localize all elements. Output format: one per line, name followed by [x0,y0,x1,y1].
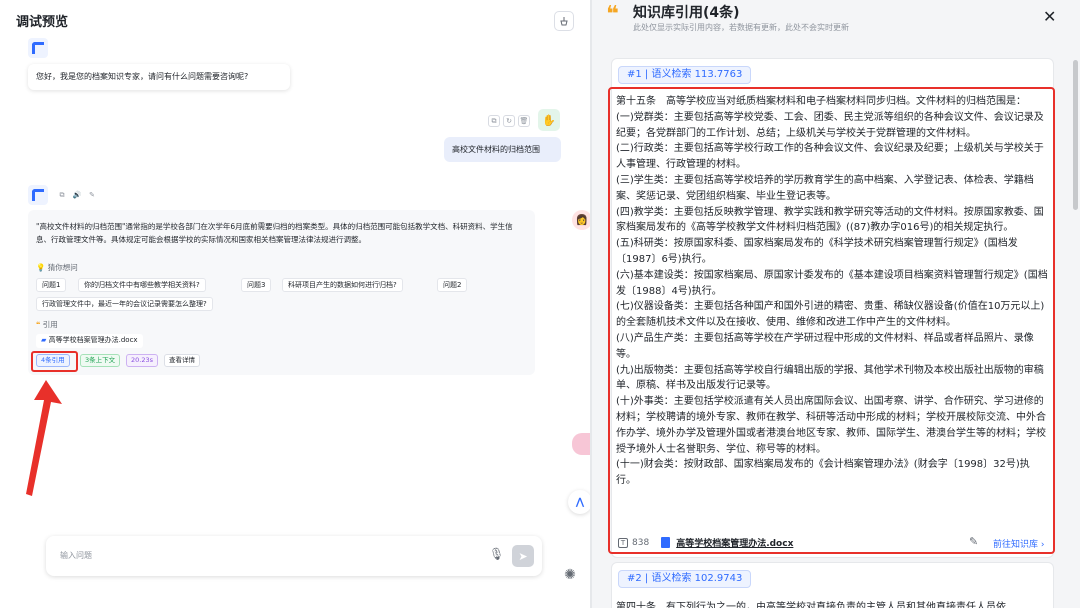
assistant-avatar[interactable]: 👩 [572,210,592,230]
copy-icon[interactable]: ⧉ [56,189,68,201]
clear-button[interactable] [554,11,574,31]
cite-file[interactable]: ▰ 高等学校档案管理办法.docx [36,334,143,348]
content-paragraph: (八)产品生产类：主要包括高等学校在产学研过程中形成的文件材料、样品或者样品照片… [616,332,1034,360]
suggestion-chip[interactable]: 问题2 [437,278,468,292]
delete-icon[interactable]: 🗑 [518,115,530,127]
goto-knowledge-base-link[interactable]: 前往知识库 › [993,537,1044,550]
floating-tab[interactable] [572,433,590,455]
content-paragraph: (七)仪器设备类：主要包括各种国产和国外引进的精密、贵重、稀缺仪器设备(价值在1… [616,301,1045,329]
suggestion-chip[interactable]: 行政管理文件中，最近一年的会议记录需要怎么整理? [36,297,213,311]
bot-avatar [28,38,48,58]
scrollbar[interactable] [1073,60,1078,210]
debug-preview-panel: 调试预览 您好，我是您的档案知识专家，请问有什么问题需要咨询呢? ⧉ ↻ 🗑 ✋… [0,0,592,608]
text-count-icon: T [618,537,628,548]
edit-icon[interactable]: ✎ [86,189,98,201]
input-placeholder: 输入问题 [60,551,92,560]
content-paragraph: 第十五条 高等学校应当对纸质档案材料和电子档案材料同步归档。文件材料的归档范围是… [616,96,1026,107]
quote-icon: ❝ [36,320,41,329]
citation-panel-subtitle: 此处仅显示实际引用内容，若数据有更新，此处不会实时更新 [633,23,849,32]
highlight-box [31,351,78,372]
close-icon[interactable]: ✕ [1043,7,1056,26]
citation-file-link[interactable]: 高等学校档案管理办法.docx [676,536,793,549]
arrow-annotation [26,380,62,496]
edit-icon[interactable]: ✎ [969,535,978,548]
doc-icon: ▰ [41,336,47,344]
char-count: 838 [632,537,650,548]
content-paragraph: (三)学生类：主要包括高等学校培养的学历教育学生的高中档案、入学登记表、体检表、… [616,174,1034,202]
suggestion-chip[interactable]: 问题1 [36,278,67,292]
panel-title: 调试预览 [16,15,69,30]
copy-icon[interactable]: ⧉ [488,115,500,127]
content-paragraph: (二)行政类：主要包括高等学校行政工作的各种会议文件、会议纪录及纪要；上级机关与… [616,143,1044,171]
suggestion-chip[interactable]: 你的归档文件中有哪些教学相关资料? [78,278,206,292]
quote-icon: ❝ [606,2,619,27]
duration-tag: 20.23s [126,354,158,367]
citation-badge: #2 | 语义检索 102.9743 [618,570,752,588]
citation-panel-title: 知识库引用(4条) [633,5,740,21]
content-paragraph: (五)科研类：按原国家科委、国家档案局发布的《科学技术研究档案管理暂行规定》(国… [616,238,1018,265]
bot-avatar [28,185,48,205]
content-paragraph: (一)党群类：主要包括高等学校党委、工会、团委、民主党派等组织的各种会议文件、会… [616,111,1044,139]
doc-icon [661,537,671,548]
ai-float-icon[interactable]: ⋀ [568,490,592,514]
content-paragraph: (十一)财会类：按财政部、国家档案局发布的《会计档案管理办法》(财会字〔1998… [616,459,1030,487]
suggest-title: 💡 猜你想问 [36,263,78,272]
citation-footer: T 838 高等学校档案管理办法.docx [618,536,793,549]
citation-content-preview: 第四十条 有下列行为之一的，由高等学校对直接负责的主管人员和其他直接责任人员依 [616,602,1006,608]
send-button[interactable]: ➤ [512,545,534,567]
chatgpt-icon[interactable]: ✺ [560,565,580,585]
user-message-text: 高校文件材料的归档范围 [452,145,540,154]
answer-card: "高校文件材料的归档范围"通常指的是学校各部门在次学年6月底前需要归档的档案类型… [28,210,535,375]
content-paragraph: (六)基本建设类：按国家档案局、原国家计委发布的《基本建设项目档案资料管理暂行规… [616,269,1048,297]
broom-icon [560,17,568,26]
view-details-button[interactable]: 查看详情 [164,354,200,367]
user-message: 高校文件材料的归档范围 [444,137,561,162]
answer-text: "高校文件材料的归档范围"通常指的是学校各部门在次学年6月底前需要归档的档案类型… [36,222,513,244]
greeting-text: 您好，我是您的档案知识专家，请问有什么问题需要咨询呢? [36,72,249,81]
content-paragraph: (四)教学类：主要包括反映教学管理、教学实践和教学研究等活动的文件材料。按原国家… [616,206,1044,234]
question-input[interactable]: 输入问题 🎙 ➤ [46,536,542,576]
microphone-icon[interactable]: 🎙 [489,547,504,561]
refresh-icon[interactable]: ↻ [503,115,515,127]
content-paragraph: (九)出版物类：主要包括高等学校自行编辑出版的学报、其他学术刊物及本校出版社出版… [616,364,1044,392]
citation-badge: #1 | 语义检索 113.7763 [618,66,752,84]
user-avatar: ✋ [538,109,560,131]
suggestion-chip[interactable]: 问题3 [241,278,272,292]
cite-title: ❝ 引用 [36,320,58,329]
speaker-icon[interactable]: 🔊 [71,189,83,201]
content-paragraph: (十)外事类：主要包括学校派遣有关人员出席国际会议、出国考察、讲学、合作研究、学… [616,396,1046,455]
citation-content: 第十五条 高等学校应当对纸质档案材料和电子档案材料同步归档。文件材料的归档范围是… [616,94,1048,489]
greeting-message: 您好，我是您的档案知识专家，请问有什么问题需要咨询呢? [28,64,290,90]
context-count-tag: 3条上下文 [80,354,121,367]
bulb-icon: 💡 [36,263,46,272]
suggestion-chip[interactable]: 科研项目产生的数据如何进行归档? [282,278,403,292]
